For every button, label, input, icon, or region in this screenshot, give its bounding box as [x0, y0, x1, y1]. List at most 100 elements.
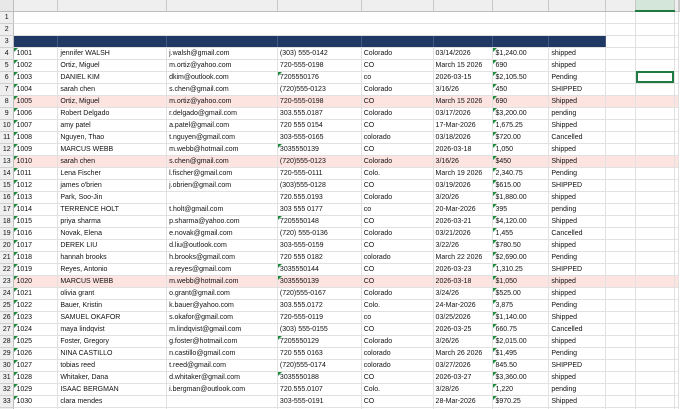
cell-order-id[interactable]: 1003: [13, 71, 59, 84]
row-header-16[interactable]: 16: [0, 191, 15, 204]
cell-status[interactable]: Pending: [548, 347, 607, 360]
row-header-10[interactable]: 10: [0, 119, 15, 132]
cell-i[interactable]: [605, 251, 637, 264]
cell-email[interactable]: s.chen@gmail.com: [166, 83, 278, 96]
cell-k[interactable]: [674, 167, 680, 180]
cell-amount[interactable]: $1,495: [492, 347, 550, 360]
cell-amount[interactable]: $2,015.00: [492, 335, 550, 348]
cell-i[interactable]: [605, 347, 637, 360]
cell-i[interactable]: [605, 335, 637, 348]
cell-email[interactable]: o.grant@gmail.com: [166, 287, 278, 300]
cell-j[interactable]: [635, 47, 675, 60]
cell-j[interactable]: [635, 23, 675, 36]
cell-order-id[interactable]: 1010: [13, 155, 59, 168]
cell-order-date[interactable]: 03/27/2026: [433, 359, 494, 372]
cell-order-id[interactable]: 1012: [13, 179, 59, 192]
cell-state[interactable]: colorado: [361, 359, 434, 372]
row-header-30[interactable]: 30: [0, 359, 15, 372]
row-header-2[interactable]: 2: [0, 23, 15, 36]
cell-order-date[interactable]: 2026-03-25: [433, 323, 494, 336]
column-header-e[interactable]: [361, 0, 434, 12]
cell-k[interactable]: [674, 95, 680, 108]
cell-j[interactable]: [635, 155, 675, 168]
cell-k[interactable]: [674, 107, 680, 120]
cell-order-id[interactable]: 1004: [13, 83, 59, 96]
cell-state[interactable]: co: [361, 311, 434, 324]
cell-customer-name[interactable]: Reyes, Antonio: [57, 263, 168, 276]
column-header-j[interactable]: [635, 0, 675, 12]
cell-email[interactable]: p.sharma@yahoo.com: [166, 215, 278, 228]
cell-k[interactable]: [674, 215, 680, 228]
cell-customer-name[interactable]: ISAAC BERGMAN: [57, 383, 168, 396]
cell-i[interactable]: [605, 383, 637, 396]
cell-phone[interactable]: 720 555 0163: [277, 347, 362, 360]
column-header-a[interactable]: [13, 0, 59, 12]
cell-order-date[interactable]: 3/28/26: [433, 383, 494, 396]
cell-state[interactable]: CO: [361, 95, 434, 108]
cell-phone[interactable]: (720)555-0174: [277, 359, 362, 372]
cell-phone[interactable]: 3035550144: [277, 263, 362, 276]
row-header-24[interactable]: 24: [0, 287, 15, 300]
cell-order-id[interactable]: 1024: [13, 323, 59, 336]
cell-amount[interactable]: 660.75: [492, 323, 550, 336]
cell-amount[interactable]: 450: [492, 83, 550, 96]
cell-i[interactable]: [605, 35, 637, 48]
cell-customer-name[interactable]: Ortiz, Miguel: [57, 59, 168, 72]
cell-status[interactable]: Pending: [548, 299, 607, 312]
row-header-3[interactable]: 3: [0, 35, 15, 48]
cell-j[interactable]: [635, 71, 675, 84]
cell-order-id[interactable]: 1021: [13, 287, 59, 300]
column-header-f[interactable]: [433, 0, 494, 12]
column-header-i[interactable]: [605, 0, 637, 12]
column-header-b[interactable]: [57, 0, 168, 12]
cell-state[interactable]: colorado: [361, 347, 434, 360]
row-header-7[interactable]: 7: [0, 83, 15, 96]
cell-j[interactable]: [635, 203, 675, 216]
cell-customer-name[interactable]: james o'brien: [57, 179, 168, 192]
cell-status[interactable]: Shipped: [548, 395, 607, 408]
cell-email[interactable]: j.walsh@gmail.com: [166, 47, 278, 60]
cell-order-date[interactable]: 17-Mar-2026: [433, 119, 494, 132]
cell-phone[interactable]: 7205550176: [277, 71, 362, 84]
cell-customer-name[interactable]: hannah brooks: [57, 251, 168, 264]
cell-order-id[interactable]: 1007: [13, 119, 59, 132]
cell-phone[interactable]: 303-555-0191: [277, 395, 362, 408]
cell-customer-name[interactable]: priya sharma: [57, 215, 168, 228]
cell-k[interactable]: [674, 155, 680, 168]
cell-status[interactable]: Cancelled: [548, 227, 607, 240]
cell-state[interactable]: CO: [361, 323, 434, 336]
cell-order-date[interactable]: 2026-03-27: [433, 371, 494, 384]
cell-k[interactable]: [674, 371, 680, 384]
cell-i[interactable]: [605, 131, 637, 144]
cell-customer-name[interactable]: Novak, Elena: [57, 227, 168, 240]
cell-i[interactable]: [605, 287, 637, 300]
cell-order-id[interactable]: 1020: [13, 275, 59, 288]
cell-phone[interactable]: 720-555-0111: [277, 167, 362, 180]
cell-i[interactable]: [605, 215, 637, 228]
cell-amount[interactable]: 845.50: [492, 359, 550, 372]
cell-k[interactable]: [674, 191, 680, 204]
cell-customer-name[interactable]: tobias reed: [57, 359, 168, 372]
cell-i[interactable]: [605, 239, 637, 252]
cell-k[interactable]: [674, 11, 680, 24]
cell-email[interactable]: [166, 395, 278, 408]
cell-customer-name[interactable]: sarah chen: [57, 155, 168, 168]
cell-amount[interactable]: 1,455: [492, 227, 550, 240]
cell-j[interactable]: [635, 167, 675, 180]
cell-amount[interactable]: $615.00: [492, 179, 550, 192]
cell-i[interactable]: [605, 395, 637, 408]
cell-amount[interactable]: $3,200.00: [492, 107, 550, 120]
cell-state[interactable]: Colo.: [361, 299, 434, 312]
cell-phone[interactable]: (720) 555-0136: [277, 227, 362, 240]
cell-k[interactable]: [674, 83, 680, 96]
cell-j[interactable]: [635, 335, 675, 348]
cell-phone[interactable]: (303)555-0128: [277, 179, 362, 192]
column-header-d[interactable]: [277, 0, 362, 12]
cell-j[interactable]: [635, 191, 675, 204]
cell-k[interactable]: [674, 119, 680, 132]
cell-i[interactable]: [605, 371, 637, 384]
cell-k[interactable]: [674, 287, 680, 300]
cell-k[interactable]: [674, 275, 680, 288]
cell-amount[interactable]: $3,360.00: [492, 371, 550, 384]
cell-phone[interactable]: 303.555.0172: [277, 299, 362, 312]
